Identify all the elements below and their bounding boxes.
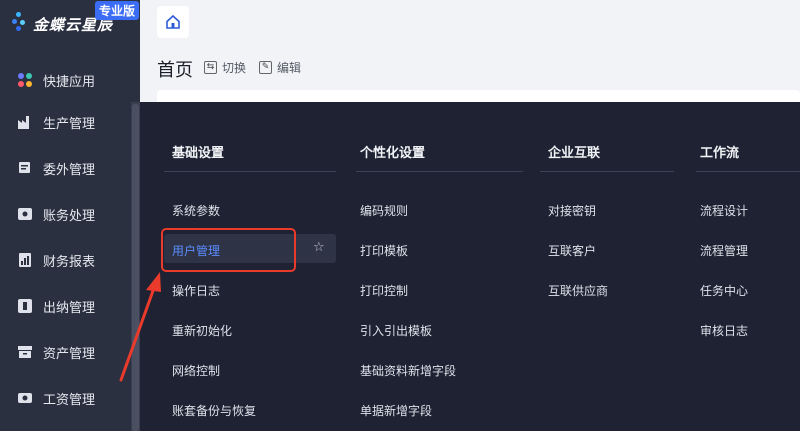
- annotation-arrow-icon: [119, 272, 161, 382]
